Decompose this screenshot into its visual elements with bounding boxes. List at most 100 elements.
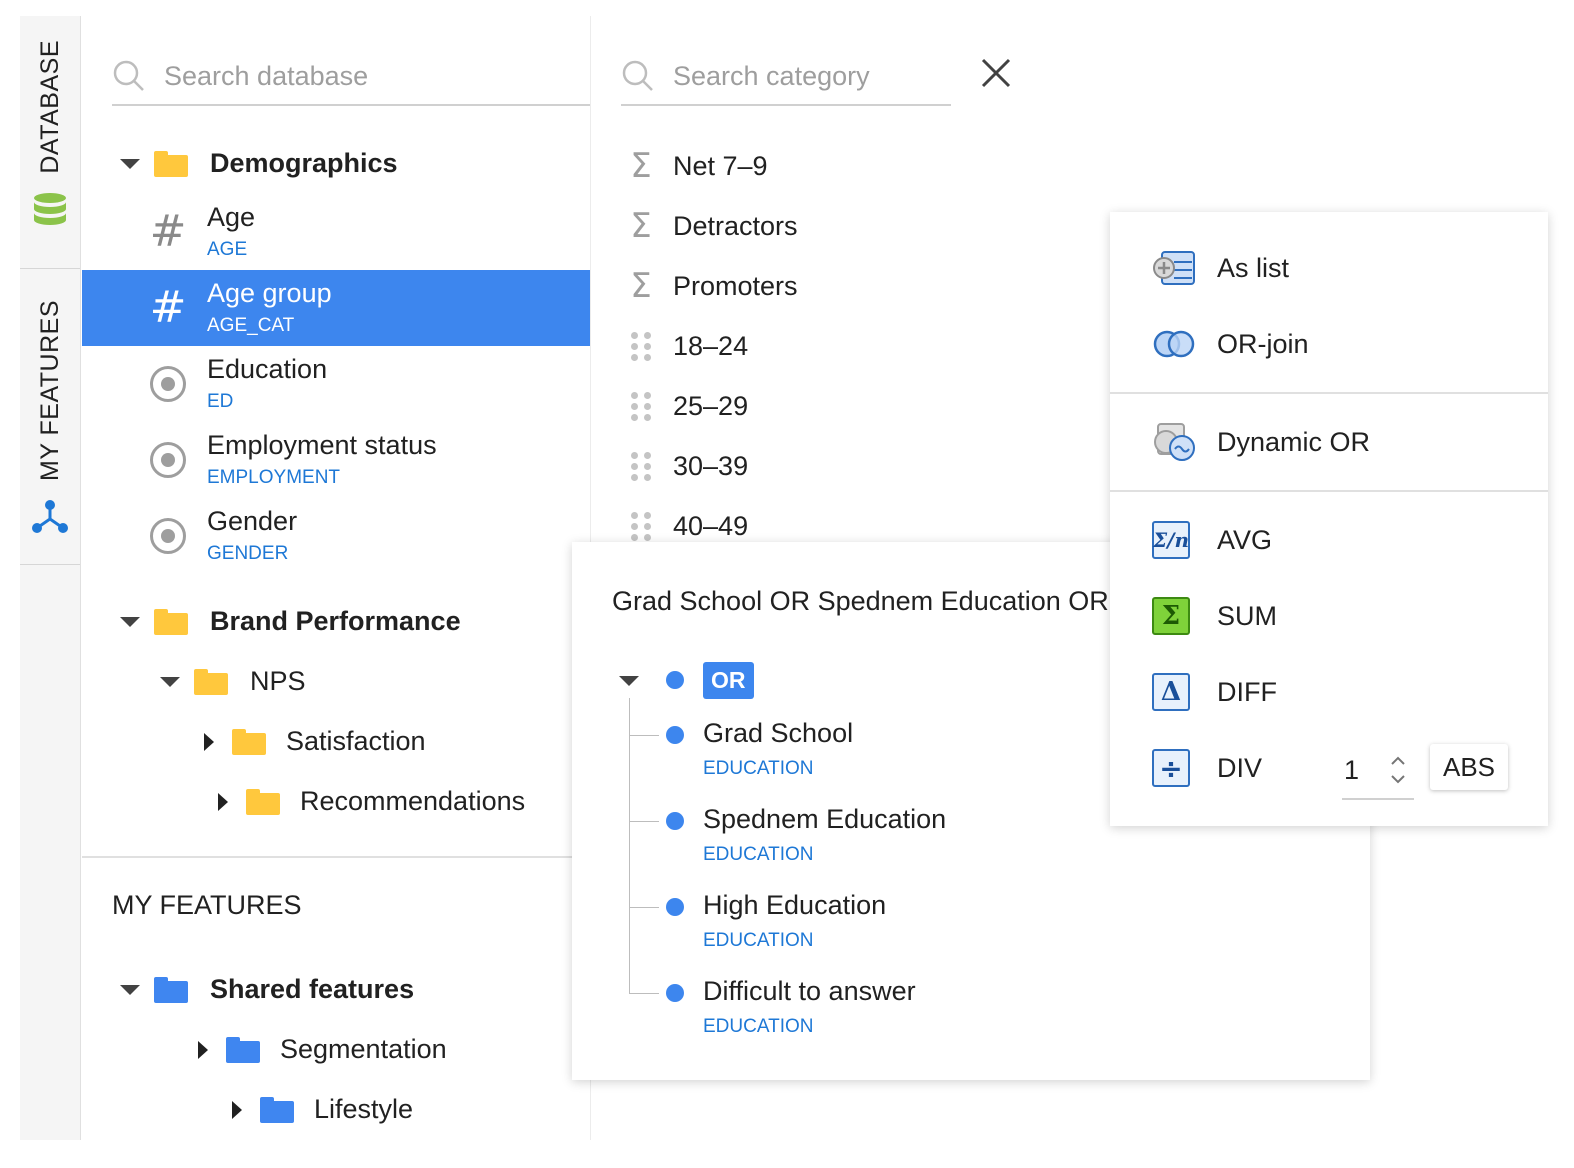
category-item[interactable]: 30–39	[621, 446, 748, 486]
item-code: GENDER	[207, 543, 289, 564]
stepper-arrows-icon[interactable]	[1390, 754, 1406, 786]
category-item[interactable]: 18–24	[621, 326, 748, 366]
group-brand-performance[interactable]: Brand Performance	[120, 606, 461, 637]
menu-item-sum[interactable]: Σ SUM	[1110, 586, 1548, 646]
average-icon: Σ/n	[1152, 520, 1196, 560]
list-item[interactable]: Employment status EMPLOYMENT	[82, 422, 590, 498]
section-divider	[82, 856, 572, 858]
tree-node-nps[interactable]: NPS	[160, 666, 306, 697]
category-item[interactable]: Σ Detractors	[621, 206, 797, 246]
abs-button[interactable]: ABS	[1430, 744, 1508, 790]
caret-right-icon[interactable]	[204, 732, 214, 751]
database-panel: Demographics # Age AGE # Age group AGE_C…	[82, 16, 590, 1140]
category-search-input[interactable]	[673, 60, 933, 92]
database-icon	[34, 192, 66, 225]
category-label: Promoters	[673, 270, 798, 301]
list-item[interactable]: Education ED	[82, 346, 590, 422]
drag-handle-icon[interactable]	[621, 391, 661, 421]
dynamic-or-icon	[1154, 423, 1195, 461]
menu-item-diff[interactable]: Δ DIFF	[1110, 662, 1548, 722]
group-shared-features[interactable]: Shared features	[120, 974, 414, 1005]
radio-icon	[148, 364, 188, 404]
tree-node-satisfaction[interactable]: Satisfaction	[204, 726, 426, 757]
item-name: Age group	[207, 278, 332, 308]
folder-icon	[154, 976, 188, 1003]
sigma-icon: Σ	[1152, 596, 1196, 636]
category-item[interactable]: Σ Promoters	[621, 266, 798, 306]
tree-connector	[629, 698, 630, 994]
item-name: Age	[207, 202, 256, 232]
caret-down-icon[interactable]	[619, 676, 639, 686]
tree-node-segmentation[interactable]: Segmentation	[198, 1034, 447, 1065]
folder-icon	[194, 668, 228, 695]
category-label: 25–29	[673, 390, 749, 421]
category-label: Net 7–9	[673, 150, 768, 181]
category-search	[621, 48, 951, 106]
group-title: Brand Performance	[210, 606, 461, 636]
drag-handle-icon[interactable]	[621, 331, 661, 361]
menu-label: As list	[1217, 252, 1290, 283]
sidebar-rail: DATABASE MY FEATURES	[20, 16, 81, 1140]
category-item[interactable]: Σ Net 7–9	[621, 146, 768, 186]
tab-database-label: DATABASE	[35, 40, 64, 174]
caret-right-icon[interactable]	[218, 792, 228, 811]
term-code: EDUCATION	[703, 1016, 814, 1037]
search-icon	[622, 60, 653, 91]
divisor-stepper[interactable]: 1	[1342, 742, 1414, 800]
venn-icon	[1153, 330, 1195, 358]
node-bullet	[666, 898, 684, 916]
tab-my-features[interactable]: MY FEATURES	[20, 300, 80, 562]
tab-database[interactable]: DATABASE	[20, 40, 80, 268]
caret-right-icon[interactable]	[232, 1100, 242, 1119]
caret-right-icon[interactable]	[198, 1040, 208, 1059]
tree-node-label: NPS	[250, 666, 306, 696]
term-name[interactable]: Grad School	[703, 718, 853, 749]
category-item[interactable]: 25–29	[621, 386, 748, 426]
rail-divider	[20, 564, 80, 565]
group-title: Shared features	[210, 974, 415, 1004]
term-name[interactable]: Difficult to answer	[703, 976, 916, 1007]
operator-badge[interactable]: OR	[703, 662, 754, 699]
category-item[interactable]: 40–49	[621, 506, 748, 546]
tree-connector	[629, 907, 659, 908]
group-demographics[interactable]: Demographics	[120, 148, 398, 179]
item-code: AGE	[207, 239, 248, 260]
group-title: Demographics	[210, 148, 398, 178]
node-bullet	[666, 812, 684, 830]
list-item[interactable]: Gender GENDER	[82, 498, 590, 574]
menu-item-as-list[interactable]: As list	[1110, 238, 1548, 298]
list-item-selected[interactable]: # Age group AGE_CAT	[82, 270, 590, 346]
tab-my-features-label: MY FEATURES	[35, 300, 64, 481]
network-icon	[32, 500, 68, 533]
node-bullet	[666, 726, 684, 744]
caret-down-icon[interactable]	[120, 158, 140, 169]
term-code: EDUCATION	[703, 844, 814, 865]
tree-node-lifestyle[interactable]: Lifestyle	[232, 1094, 413, 1125]
menu-label: DIFF	[1217, 676, 1277, 707]
menu-item-dynamic-or[interactable]: Dynamic OR	[1110, 412, 1548, 472]
sigma-icon: Σ	[630, 206, 652, 246]
menu-divider	[1110, 490, 1548, 492]
folder-icon	[232, 728, 266, 755]
list-item[interactable]: # Age AGE	[82, 194, 590, 270]
menu-item-avg[interactable]: Σ/n AVG	[1110, 510, 1548, 570]
drag-handle-icon[interactable]	[621, 451, 661, 481]
hash-icon: #	[149, 206, 187, 257]
caret-down-icon[interactable]	[120, 616, 140, 627]
search-icon	[113, 60, 144, 91]
caret-down-icon[interactable]	[160, 676, 180, 687]
tree-node-label: Satisfaction	[286, 726, 426, 756]
tree-node-recommendations[interactable]: Recommendations	[218, 786, 525, 817]
menu-item-or-join[interactable]: OR-join	[1110, 314, 1548, 374]
database-search-input[interactable]	[164, 60, 544, 92]
close-icon[interactable]	[979, 56, 1013, 90]
tree-connector	[629, 821, 659, 822]
term-name[interactable]: Spednem Education	[703, 804, 946, 835]
drag-handle-icon[interactable]	[621, 511, 661, 541]
delta-icon: Δ	[1152, 672, 1196, 712]
term-name[interactable]: High Education	[703, 890, 886, 921]
rail-divider	[20, 268, 80, 269]
caret-down-icon[interactable]	[120, 984, 140, 995]
folder-icon	[260, 1096, 294, 1123]
sigma-icon: Σ	[630, 266, 652, 306]
